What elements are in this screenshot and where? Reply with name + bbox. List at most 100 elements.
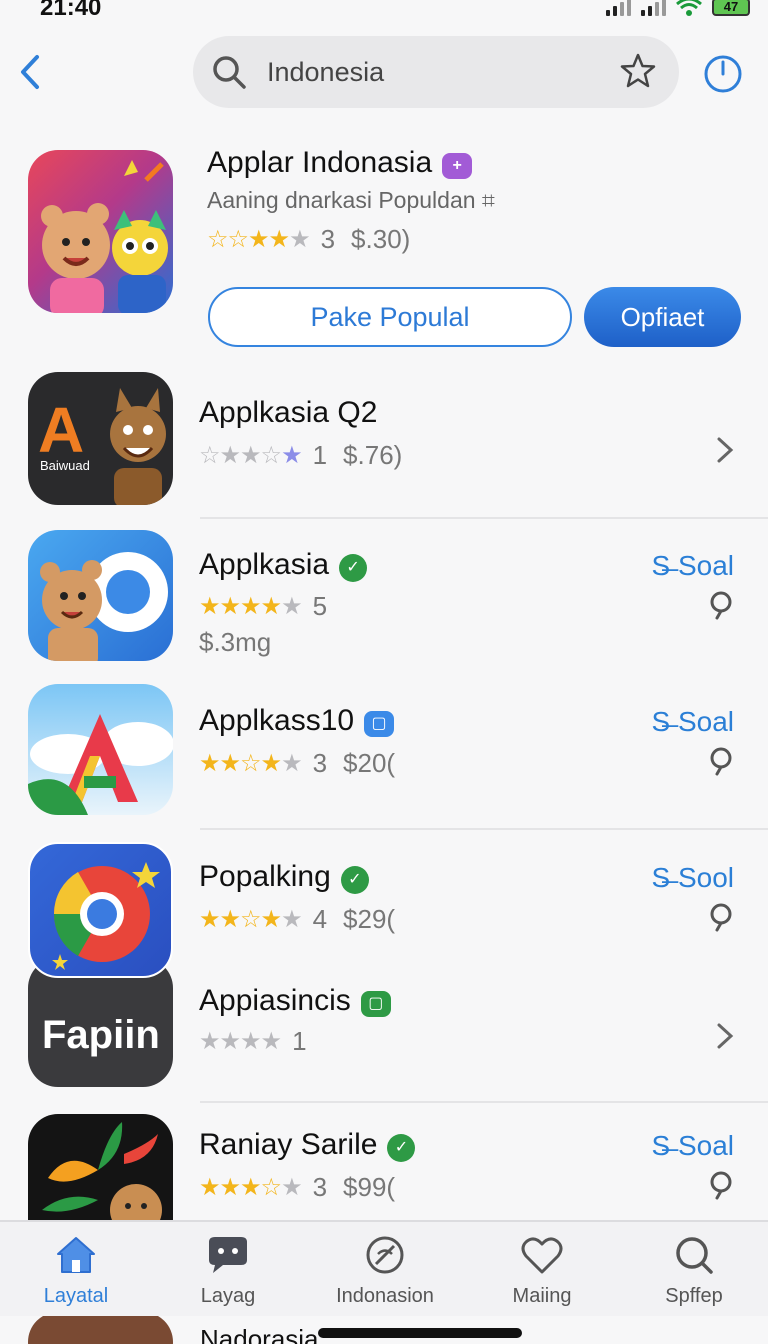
signal-icon-2: [641, 0, 666, 16]
divider: [200, 517, 768, 519]
app-meta: ☆ ★ ★ ☆ ★ 1 $.76): [199, 440, 402, 471]
chrome-ring-icon: [52, 862, 160, 970]
status-icons: 47: [606, 0, 750, 16]
app-name: Applkasia Q2: [199, 396, 378, 429]
status-time: 21:40: [40, 0, 102, 21]
back-button[interactable]: [12, 50, 48, 94]
app-icon-6: [28, 1114, 173, 1220]
app-name: Applar Indonasia +: [207, 146, 473, 180]
bear-mascot-icon: [41, 160, 168, 313]
star-icon[interactable]: [619, 52, 657, 90]
rating-value: 3: [320, 224, 336, 254]
search-bar[interactable]: [193, 36, 679, 108]
app-price: $20(: [343, 748, 396, 778]
rating-stars: ☆ ☆ ★ ★ ★: [207, 226, 311, 253]
app-meta: ★ ★ ☆ ★ ★ 4 $29(: [199, 904, 395, 935]
app-price: $99(: [343, 1172, 396, 1202]
battery-icon: 47: [712, 0, 750, 16]
chevron-right-icon: [717, 437, 734, 463]
svg-text:A: A: [38, 394, 84, 466]
secondary-action-button[interactable]: Pake Populal: [208, 287, 572, 347]
tab-label: Layatal: [43, 1285, 109, 1307]
rating-stars: ☆ ★ ★ ☆ ★: [199, 442, 303, 469]
app-meta: ★ ★ ★ ☆ ★ 3 $99(: [199, 1172, 395, 1203]
list-item[interactable]: A Baiwuad Applkasia Q2 ☆ ★ ★ ☆ ★ 1 $.76): [0, 372, 768, 519]
rating-stars: ★ ★ ☆ ★ ★: [199, 906, 303, 933]
avatar: [28, 1316, 173, 1344]
list-item[interactable]: Applkasia ✓ ★ ★ ★ ★ ★ 5 $.3mg S̶ Soal: [0, 530, 768, 680]
app-icon-1: A Baiwuad: [28, 372, 173, 505]
app-meta: ★ ★ ★ ★ ★ 5: [199, 591, 343, 622]
app-price: $.76): [343, 440, 403, 470]
list-item[interactable]: Fapiin Appiasincis ▢ ★ ★ ★ ★ 1: [0, 958, 768, 1103]
peek-app-name: Nadorasia: [200, 1324, 319, 1344]
app-name: Applkass10 ▢: [199, 704, 395, 738]
rating-stars: ★ ★ ★ ★ ★: [199, 593, 303, 620]
rating-value: 4: [312, 904, 328, 934]
leaf-bear-icon: [42, 1122, 162, 1220]
chat-icon: [209, 1237, 247, 1273]
heart-icon: [521, 1237, 563, 1274]
soal-link[interactable]: S̶ Soal: [652, 706, 735, 738]
status-bar: 21:40 47: [0, 0, 768, 22]
chevron-left-icon: [21, 55, 39, 89]
location-pin-icon[interactable]: [708, 590, 734, 620]
soal-link[interactable]: S̶ Soal: [652, 550, 735, 582]
list-item[interactable]: Applkass10 ▢ ★ ★ ☆ ★ ★ 3 $20( S̶ Soal: [0, 684, 768, 830]
power-icon[interactable]: [703, 54, 743, 94]
svg-text:Baiwuad: Baiwuad: [40, 458, 90, 473]
home-icon: [57, 1237, 95, 1273]
app-subtitle: Aaning dnarkasi Populdan ⌗: [207, 187, 495, 213]
rating-stars: ★ ★ ★ ☆ ★: [199, 1174, 303, 1201]
rating-stars: ★ ★ ☆ ★ ★: [199, 750, 303, 777]
tab-bar: Layatal Layag Indonasion Maiing Spffep: [0, 1220, 768, 1316]
location-pin-icon[interactable]: [708, 746, 734, 776]
tab-compass[interactable]: Indonasion: [315, 1234, 455, 1308]
verified-badge-icon: ✓: [339, 554, 368, 582]
app-name-text: Applar Indonasia: [207, 146, 433, 179]
soal-link[interactable]: S̶ Soal: [652, 1130, 735, 1162]
primary-action-button[interactable]: Opfiaet: [584, 287, 741, 347]
app-price: $29(: [343, 904, 396, 934]
search-input[interactable]: [267, 52, 597, 92]
top-bar: [0, 36, 768, 108]
tab-label: Indonasion: [336, 1285, 434, 1307]
tab-label: Maiing: [512, 1285, 572, 1307]
verified-badge-icon: ▢: [360, 991, 391, 1017]
app-price: $.3mg: [199, 627, 272, 657]
wifi-icon: [676, 0, 702, 16]
app-icon-3: [28, 684, 173, 815]
signal-icon: [606, 0, 631, 16]
app-name-text: Appiasincis: [199, 984, 351, 1017]
app-name: Applkasia ✓: [199, 548, 368, 582]
list-item[interactable]: Popalking ✓ ★ ★ ☆ ★ ★ 4 $29( S̶ Sool: [0, 842, 768, 978]
home-indicator[interactable]: [318, 1328, 522, 1338]
divider: [200, 1101, 768, 1103]
app-meta: ★ ★ ★ ★ 1: [199, 1026, 323, 1057]
verified-badge-icon: ✓: [340, 866, 369, 894]
location-pin-icon[interactable]: [708, 1170, 734, 1200]
app-name-text: Applkasia: [199, 548, 330, 581]
rating-stars: ★ ★ ★ ★: [199, 1028, 282, 1055]
tab-home[interactable]: Layatal: [6, 1234, 146, 1308]
info-badge-icon: ▢: [364, 711, 395, 737]
tab-favorites[interactable]: Maiing: [472, 1234, 612, 1308]
search-icon: [676, 1237, 713, 1274]
app-name-text: Applkass10: [199, 704, 355, 737]
wolf-mascot-icon: A Baiwuad: [38, 388, 166, 505]
rating-value: 1: [292, 1026, 307, 1056]
tab-search[interactable]: Spffep: [624, 1234, 764, 1308]
letter-a-icon: [28, 714, 173, 815]
rating-value: 3: [312, 748, 328, 778]
list-item[interactable]: Raniay Sarile ✓ ★ ★ ★ ☆ ★ 3 $99( S̶ Soal: [0, 1114, 768, 1220]
app-icon-featured: [28, 150, 173, 313]
rating-value: 3: [312, 1172, 328, 1202]
app-name-text: Popalking: [199, 860, 331, 893]
app-price: $.30): [351, 224, 411, 254]
app-name: Appiasincis ▢: [199, 984, 391, 1018]
app-icon-4: [28, 842, 173, 978]
soal-link[interactable]: S̶ Sool: [652, 862, 735, 894]
app-name: Raniay Sarile ✓: [199, 1128, 416, 1162]
location-pin-icon[interactable]: [708, 902, 734, 932]
tab-chat[interactable]: Layag: [158, 1234, 298, 1308]
